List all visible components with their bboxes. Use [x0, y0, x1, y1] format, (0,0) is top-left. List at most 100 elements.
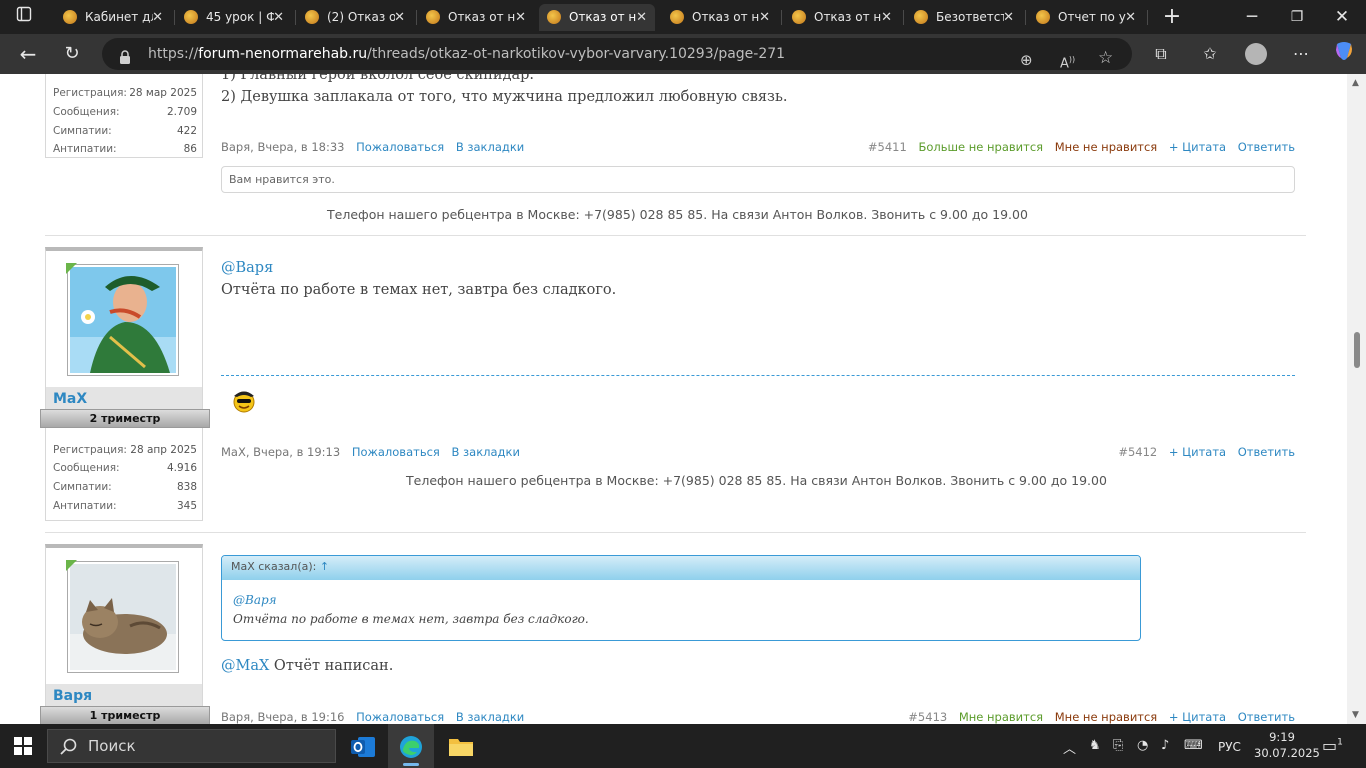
- favorite-star-icon[interactable]: ☆: [1098, 42, 1113, 74]
- quote-button[interactable]: + Цитата: [1169, 140, 1226, 154]
- tab-title: Отчет по у: [1058, 10, 1126, 24]
- coin-icon: [547, 10, 561, 24]
- browser-tab[interactable]: Отказ от на ✕: [418, 4, 534, 31]
- tray-wifi-icon[interactable]: ◔: [1137, 738, 1148, 753]
- close-window-button[interactable]: ✕: [1328, 3, 1356, 31]
- stat-likes: Симпатии: 838: [53, 481, 197, 493]
- quote-author: MaX сказал(а):: [231, 560, 317, 573]
- post-number[interactable]: #5412: [1118, 445, 1157, 459]
- windows-start-icon[interactable]: [14, 737, 32, 759]
- notifications-icon[interactable]: ▭1: [1322, 736, 1343, 755]
- extensions-icon[interactable]: ⧉: [1147, 40, 1175, 68]
- browser-tab[interactable]: Отказ от на ✕: [662, 4, 778, 31]
- tray-chevron-up-icon[interactable]: ︿: [1063, 738, 1076, 757]
- browser-tab[interactable]: 45 урок | Ф ✕: [176, 4, 292, 31]
- browser-tab[interactable]: Отказ от на ✕: [784, 4, 900, 31]
- avatar[interactable]: [67, 561, 179, 673]
- copilot-icon[interactable]: [1330, 40, 1358, 68]
- page-scrollbar[interactable]: ▲ ▼: [1347, 74, 1366, 724]
- tab-close-icon[interactable]: ✕: [759, 4, 770, 31]
- signature-phone: Телефон нашего ребцентра в Москве: +7(98…: [406, 473, 1107, 488]
- browser-tab[interactable]: Безответст ✕: [906, 4, 1022, 31]
- scroll-up-arrow-icon[interactable]: ▲: [1352, 78, 1359, 88]
- address-bar[interactable]: https://forum-nenormarehab.ru/threads/ot…: [102, 38, 1132, 71]
- more-menu-icon[interactable]: ⋯: [1287, 40, 1315, 68]
- tab-close-icon[interactable]: ✕: [1003, 4, 1014, 31]
- quote-button[interactable]: + Цитата: [1169, 445, 1226, 459]
- report-link[interactable]: Пожаловаться: [352, 445, 440, 459]
- mention-link[interactable]: @Варя: [221, 260, 273, 276]
- file-explorer-icon[interactable]: [448, 724, 474, 768]
- profile-avatar[interactable]: [1245, 43, 1267, 65]
- tray-language[interactable]: РУС: [1218, 740, 1241, 754]
- browser-tab[interactable]: Кабинет дл ✕: [55, 4, 171, 31]
- tab-close-icon[interactable]: ✕: [273, 4, 284, 31]
- post-actions: #5412 + Цитата Ответить: [1110, 445, 1295, 459]
- signature-separator: [221, 375, 1295, 376]
- outlook-app-icon[interactable]: [350, 724, 376, 768]
- new-tab-button[interactable]: +: [1158, 3, 1186, 31]
- tray-volume-icon[interactable]: ♪: [1161, 738, 1169, 753]
- quote-text: Отчёта по работе в темах нет, завтра без…: [233, 612, 589, 626]
- quote-jump-link[interactable]: ↑: [320, 560, 329, 573]
- tab-title: Кабинет дл: [85, 10, 153, 24]
- tray-clock[interactable]: 9:19 30.07.2025: [1254, 729, 1320, 761]
- dislike-button[interactable]: Мне не нравится: [1055, 140, 1157, 154]
- report-link[interactable]: Пожаловаться: [356, 140, 444, 154]
- url-path: /threads/otkaz-ot-narkotikov-vybor-varva…: [367, 46, 786, 62]
- unlike-button[interactable]: Больше не нравится: [918, 140, 1043, 154]
- taskbar-search[interactable]: Поиск: [47, 729, 336, 763]
- username[interactable]: MaX: [53, 391, 87, 407]
- like-button[interactable]: Мне нравится: [959, 710, 1043, 724]
- tab-title: Отказ от на: [814, 10, 882, 24]
- post-number[interactable]: #5413: [908, 710, 947, 724]
- post-meta: Варя, Вчера, в 18:33 Пожаловаться В закл…: [221, 140, 524, 154]
- minimize-button[interactable]: ─: [1238, 3, 1266, 31]
- scroll-down-arrow-icon[interactable]: ▼: [1352, 710, 1359, 720]
- tray-keyboard-icon[interactable]: ⌨: [1184, 738, 1203, 753]
- quote-mention[interactable]: @Варя: [233, 591, 1129, 610]
- tab-close-icon[interactable]: ✕: [394, 4, 405, 31]
- browser-tab[interactable]: Отказ от на ✕: [539, 4, 655, 31]
- reply-button[interactable]: Ответить: [1238, 710, 1295, 724]
- message-line: 1) Главный герой вколол себе скипидар.: [221, 74, 535, 83]
- tab-title: Отказ от на: [448, 10, 516, 24]
- browser-tab[interactable]: (2) Отказ о ✕: [297, 4, 413, 31]
- bookmark-link[interactable]: В закладки: [456, 710, 524, 724]
- back-button[interactable]: ←: [14, 40, 42, 68]
- restore-button[interactable]: ❐: [1283, 3, 1311, 31]
- edge-app-icon[interactable]: [388, 724, 434, 768]
- user-rank: 1 триместр: [40, 706, 210, 724]
- post-meta: Варя, Вчера, в 19:16 Пожаловаться В закл…: [221, 710, 524, 724]
- tab-separator: [416, 10, 417, 25]
- tab-actions-icon[interactable]: [10, 3, 38, 31]
- refresh-button[interactable]: ↻: [58, 40, 86, 68]
- tab-separator: [903, 10, 904, 25]
- mention-link[interactable]: @MaX: [221, 658, 269, 674]
- bookmark-link[interactable]: В закладки: [456, 140, 524, 154]
- avatar[interactable]: [67, 264, 179, 376]
- tab-close-icon[interactable]: ✕: [881, 4, 892, 31]
- reply-button[interactable]: Ответить: [1238, 140, 1295, 154]
- tab-close-icon[interactable]: ✕: [636, 4, 647, 31]
- browser-tab[interactable]: Отчет по у ✕: [1028, 4, 1144, 31]
- post-number[interactable]: #5411: [868, 140, 907, 154]
- tray-user-icon[interactable]: ♞: [1089, 738, 1101, 753]
- tab-close-icon[interactable]: ✕: [1125, 4, 1136, 31]
- smiley-icon: [231, 387, 257, 417]
- reply-button[interactable]: Ответить: [1238, 445, 1295, 459]
- favorites-icon[interactable]: ✩: [1196, 40, 1224, 68]
- tab-close-icon[interactable]: ✕: [152, 4, 163, 31]
- dislike-button[interactable]: Мне не нравится: [1055, 710, 1157, 724]
- quote-button[interactable]: + Цитата: [1169, 710, 1226, 724]
- report-link[interactable]: Пожаловаться: [356, 710, 444, 724]
- tab-close-icon[interactable]: ✕: [515, 4, 526, 31]
- bookmark-link[interactable]: В закладки: [452, 445, 520, 459]
- quote-header: MaX сказал(а): ↑: [222, 556, 1140, 580]
- tray-network-device-icon[interactable]: ⎘: [1113, 738, 1123, 753]
- scrollbar-thumb[interactable]: [1354, 332, 1360, 368]
- lock-icon[interactable]: [118, 44, 132, 76]
- zoom-icon[interactable]: ⊕: [1020, 44, 1033, 76]
- username[interactable]: Варя: [53, 688, 92, 704]
- coin-icon: [305, 10, 319, 24]
